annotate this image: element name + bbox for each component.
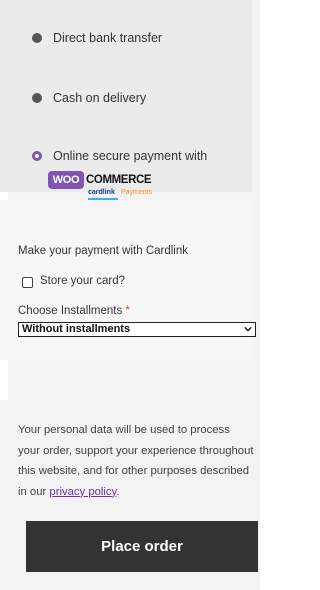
payment-method-label: Cash on delivery xyxy=(53,91,147,105)
commerce-logo-text: COMMERCE xyxy=(86,174,152,186)
installments-selected-value: Without installments xyxy=(22,323,131,335)
payments-logo-text: Payments xyxy=(121,189,153,196)
woo-logo-badge: WOO xyxy=(48,171,84,189)
privacy-policy-link[interactable]: privacy policy xyxy=(49,486,116,498)
place-order-button[interactable]: Place order xyxy=(26,521,258,572)
installments-select[interactable]: Without installments xyxy=(18,322,256,337)
radio-bacs[interactable] xyxy=(32,33,42,43)
payment-method-label: Online secure payment with xyxy=(53,149,208,163)
required-asterisk: * xyxy=(125,305,130,317)
chevron-down-icon xyxy=(244,326,252,332)
radio-cardlink-selected[interactable] xyxy=(32,151,42,161)
woocommerce-cardlink-logo: WOO COMMERCE cardlink Payments xyxy=(48,171,158,201)
store-card-label[interactable]: Store your card? xyxy=(40,275,125,287)
radio-cod[interactable] xyxy=(32,93,42,103)
payment-method-cod[interactable]: Cash on delivery xyxy=(32,91,146,105)
payment-method-cardlink[interactable]: Online secure payment with xyxy=(32,149,207,163)
payment-method-label: Direct bank transfer xyxy=(53,31,163,45)
installments-label: Choose Installments * xyxy=(18,305,130,317)
privacy-notice-end: . xyxy=(116,485,120,498)
cardlink-logo-text: cardlink xyxy=(88,189,115,196)
privacy-notice: Your personal data will be used to proce… xyxy=(18,420,254,502)
payment-method-bacs[interactable]: Direct bank transfer xyxy=(32,31,162,45)
store-card-checkbox[interactable] xyxy=(22,277,33,288)
installments-label-text: Choose Installments xyxy=(18,305,123,317)
cardlink-intro: Make your payment with Cardlink xyxy=(18,245,189,257)
